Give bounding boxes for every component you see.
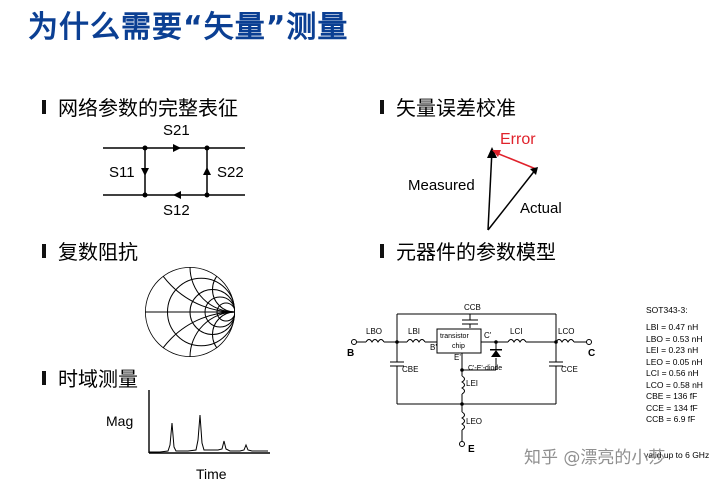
component-model-circuit: CCB LBO LBI transistor chip C' B' E' LCI… bbox=[347, 303, 595, 455]
param-line: LBI = 0.47 nH bbox=[646, 322, 699, 332]
lco-label: LCO bbox=[558, 327, 574, 336]
bullet-icon bbox=[42, 370, 46, 385]
bullet-icon bbox=[42, 99, 46, 114]
param-line: CCE = 134 fF bbox=[646, 402, 698, 413]
s-parameter-graph: S21 S11 S22 S12 bbox=[103, 122, 245, 215]
section-model-label: 元器件的参数模型 bbox=[396, 240, 556, 264]
section-vector-error: 矢量误差校准 bbox=[380, 92, 516, 121]
lbi-label: LBI bbox=[408, 327, 420, 336]
actual-label: Actual bbox=[520, 200, 562, 217]
lei-label: LEI bbox=[466, 379, 478, 388]
c-terminal-label: C bbox=[588, 348, 595, 359]
bullet-icon bbox=[42, 243, 46, 258]
time-domain-plot: Mag Time bbox=[106, 390, 270, 482]
chip-label: chip bbox=[452, 343, 465, 350]
param-line: LCI = 0.56 nH bbox=[646, 368, 699, 378]
b-terminal-label: B bbox=[347, 348, 354, 359]
c-prime-label: C' bbox=[484, 331, 492, 340]
params-title: SOT343-3: bbox=[646, 305, 688, 315]
smith-chart bbox=[145, 267, 235, 357]
param-line: LBO = 0.53 nH bbox=[646, 333, 703, 344]
page-title: 为什么需要“矢量”测量 bbox=[28, 10, 349, 45]
section-impedance: 复数阻抗 bbox=[42, 236, 138, 265]
vector-error-diagram: Error Measured Actual bbox=[408, 131, 562, 231]
watermark: 知乎 @漂亮的小莎 bbox=[524, 448, 666, 468]
diode-label: C'-E'-diode bbox=[468, 365, 502, 372]
section-model: 元器件的参数模型 bbox=[380, 236, 556, 265]
section-impedance-label: 复数阻抗 bbox=[58, 240, 138, 264]
ylabel-mag: Mag bbox=[106, 413, 133, 429]
b-prime-label: B' bbox=[430, 343, 437, 352]
param-line: CBE = 136 fF bbox=[646, 391, 698, 401]
cce-label: CCE bbox=[561, 365, 578, 374]
s11-label: S11 bbox=[109, 164, 135, 181]
s22-label: S22 bbox=[217, 164, 244, 181]
e-terminal-label: E bbox=[468, 444, 475, 455]
xlabel-time: Time bbox=[196, 466, 227, 482]
ccb-label: CCB bbox=[464, 303, 481, 312]
lbo-label: LBO bbox=[366, 327, 382, 336]
bullet-icon bbox=[380, 99, 384, 114]
param-line: LCO = 0.58 nH bbox=[646, 379, 703, 390]
lci-label: LCI bbox=[510, 327, 522, 336]
leo-label: LEO bbox=[466, 417, 482, 426]
bullet-icon bbox=[380, 243, 384, 258]
transistor-label: transistor bbox=[440, 333, 469, 340]
e-prime-label: E' bbox=[454, 353, 461, 362]
param-line: CCB = 6.9 fF bbox=[646, 414, 696, 424]
error-label: Error bbox=[500, 131, 536, 148]
params-list: LBI = 0.47 nH LBO = 0.53 nH LEI = 0.23 n… bbox=[646, 322, 703, 426]
s21-label: S21 bbox=[163, 122, 190, 139]
cbe-label: CBE bbox=[402, 365, 418, 374]
section-vector-error-label: 矢量误差校准 bbox=[396, 96, 516, 120]
param-line: LEI = 0.23 nH bbox=[646, 345, 699, 355]
s12-label: S12 bbox=[163, 202, 190, 215]
measured-label: Measured bbox=[408, 177, 475, 194]
param-line: LEO = 0.05 nH bbox=[646, 356, 703, 367]
